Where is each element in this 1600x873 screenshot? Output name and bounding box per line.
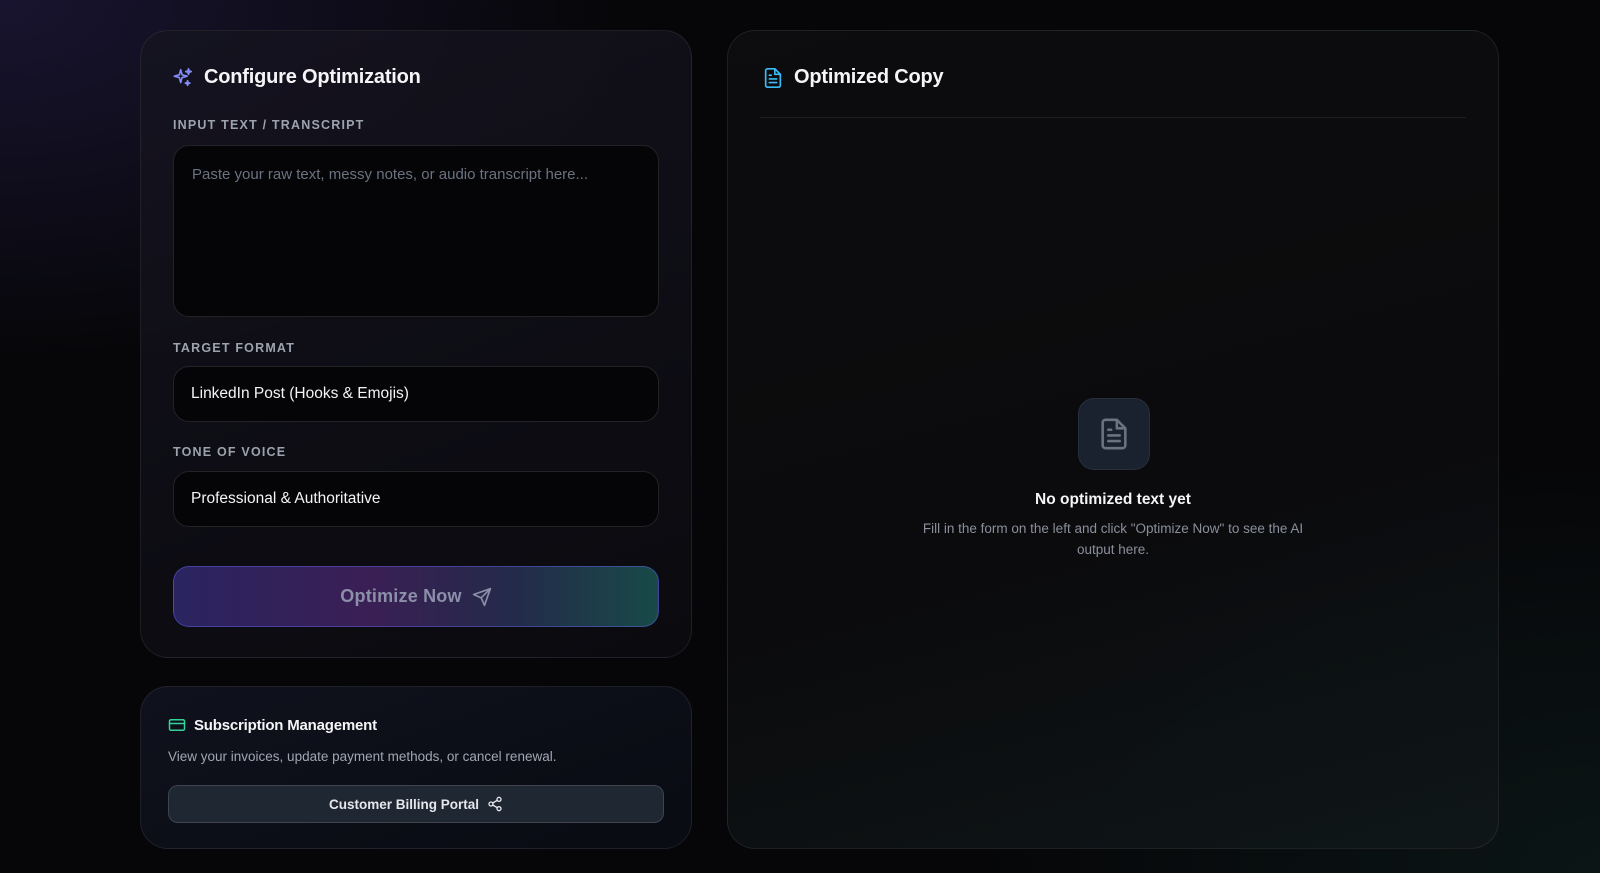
optimized-copy-panel: Optimized Copy No optimized text yet Fil… [727,30,1499,849]
header-divider [760,117,1466,118]
empty-state-icon-box [1078,398,1150,470]
customer-billing-portal-button[interactable]: Customer Billing Portal [168,785,664,823]
subscription-description: View your invoices, update payment metho… [168,749,557,764]
configure-optimization-header: Configure Optimization [172,66,421,89]
empty-state-title: No optimized text yet [1035,491,1191,508]
sparkles-icon [172,67,194,89]
tone-of-voice-value: Professional & Authoritative [191,490,381,507]
target-format-select[interactable]: LinkedIn Post (Hooks & Emojis) [173,366,659,422]
credit-card-icon [168,716,186,734]
optimize-now-label: Optimize Now [340,586,462,606]
tone-of-voice-select[interactable]: Professional & Authoritative [173,471,659,527]
page-title: Configure Optimization [204,66,421,88]
customer-billing-portal-label: Customer Billing Portal [328,796,480,812]
tone-of-voice-label: TONE OF VOICE [173,445,287,459]
empty-state-description: Fill in the form on the left and click "… [922,521,1304,557]
share-icon [487,796,503,812]
subscription-management-header: Subscription Management [168,716,377,734]
send-icon [472,587,492,607]
transcript-input[interactable] [173,145,659,317]
target-format-label: TARGET FORMAT [173,341,296,355]
optimized-copy-title: Optimized Copy [794,66,944,88]
optimized-copy-header: Optimized Copy [762,66,944,89]
subscription-management-title: Subscription Management [194,716,377,734]
configure-optimization-panel: Configure Optimization INPUT TEXT / TRAN… [140,30,692,658]
subscription-management-panel: Subscription Management View your invoic… [140,686,692,849]
target-format-value: LinkedIn Post (Hooks & Emojis) [191,385,409,402]
optimize-now-button[interactable]: Optimize Now [173,566,659,627]
document-icon [1097,417,1131,451]
input-text-label: INPUT TEXT / TRANSCRIPT [173,118,365,132]
document-icon [762,67,784,89]
